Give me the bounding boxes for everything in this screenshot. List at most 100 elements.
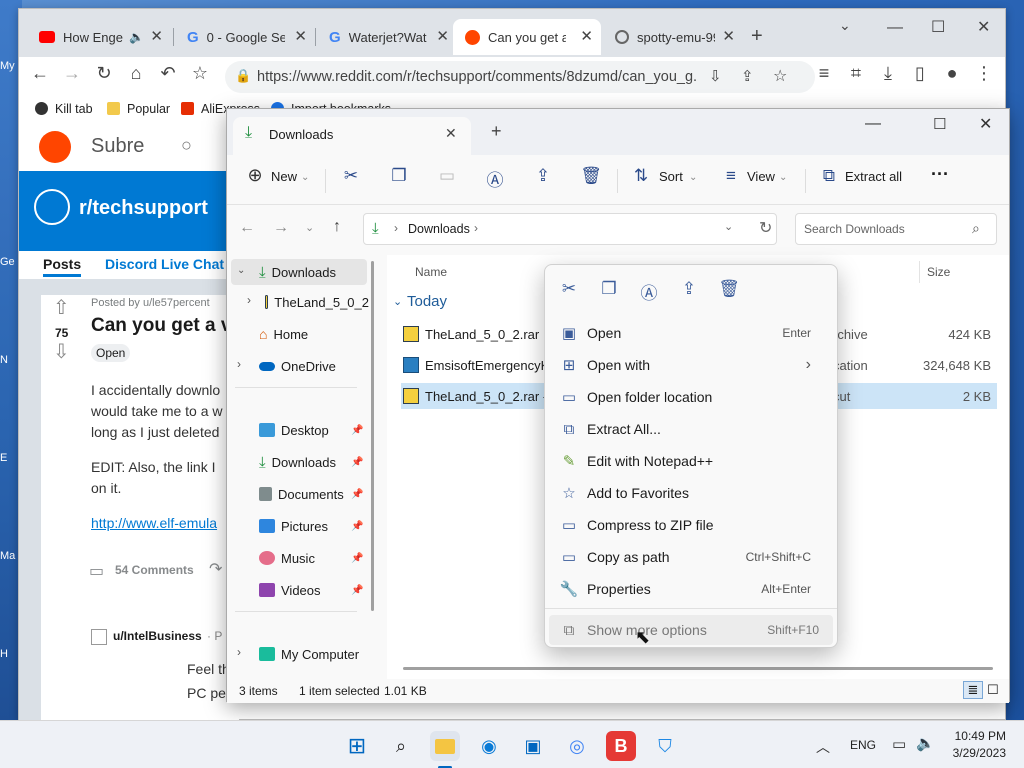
group-header-today[interactable]: Today [407,293,447,310]
undo-icon[interactable]: ↶ [155,63,181,84]
back-icon[interactable]: ← [27,63,53,84]
maximize-icon[interactable]: ☐ [931,17,945,37]
upvote-icon[interactable]: ⇧ [53,295,70,320]
store-icon[interactable]: ▣ [518,731,548,761]
bookmark-popular[interactable]: Popular [107,102,170,116]
menu-item-edit-notepad[interactable]: ✎ Edit with Notepad++ [559,446,825,476]
browser-tab[interactable]: G 0 - Google Se ✕ [175,19,315,55]
tiles-view-icon[interactable]: ☐ [987,682,999,698]
search-icon[interactable]: ⌕ [386,731,416,761]
post-title[interactable]: Can you get a v [91,315,231,337]
close-tab-icon[interactable]: ✕ [445,125,457,142]
chevron-down-icon[interactable]: ⌄ [237,265,245,276]
home-icon[interactable]: ⌂ [123,63,149,84]
search-icon[interactable]: ○ [181,135,192,156]
refresh-icon[interactable]: ↻ [759,218,772,238]
delete-icon[interactable]: 🗑 [579,166,603,186]
star-icon[interactable]: ☆ [773,66,787,86]
close-tab-icon[interactable]: ✕ [150,27,163,45]
windows-start-icon[interactable]: ⊞ [342,731,372,761]
chevron-down-icon[interactable]: ⌄ [393,295,402,308]
chevron-down-icon[interactable]: ⌄ [724,220,733,233]
menu-item-properties[interactable]: 🔧 Properties Alt+Enter [559,574,825,604]
tab-posts[interactable]: Posts [43,256,82,277]
share-icon[interactable]: ⇪ [531,166,555,186]
view-button[interactable]: View [747,169,775,184]
post-flair[interactable]: Open [91,344,131,362]
crop-icon[interactable]: ⌗ [843,63,869,84]
reddit-logo-icon[interactable] [39,131,71,163]
bookmark-kill-tab[interactable]: Kill tab [35,102,93,116]
column-name[interactable]: Name [415,265,447,279]
close-tab-icon[interactable]: ✕ [722,27,735,45]
maximize-icon[interactable]: ☐ [933,115,946,133]
reload-icon[interactable]: ↻ [91,63,117,84]
delete-icon[interactable]: 🗑 [717,279,741,299]
address-box[interactable]: ⤓ › Downloads › ⌄ [363,213,777,245]
close-tab-icon[interactable]: ✕ [294,27,307,45]
share-icon[interactable]: ↷ [209,559,222,579]
pin-icon[interactable]: 📌 [351,489,363,500]
install-icon[interactable]: ⇩ [709,67,722,85]
url-text[interactable]: https://www.reddit.com/r/techsupport/com… [257,69,697,85]
clock[interactable]: 10:49 PM 3/29/2023 [952,729,1006,760]
pin-icon[interactable]: 📌 [351,553,363,564]
nav-item-desktop[interactable]: Desktop 📌 [259,417,389,443]
browser-tab-active[interactable]: Can you get a ✕ [453,19,601,55]
copy-icon[interactable]: ❐ [597,279,621,299]
recent-locations-icon[interactable]: ⌄ [305,221,314,234]
reading-list-icon[interactable]: ≡ [811,63,837,84]
nav-item-home[interactable]: ⌂ Home [259,321,389,347]
chrome-icon[interactable]: ◎ [562,731,592,761]
paste-icon[interactable]: ▭ [435,166,459,186]
address-bar[interactable]: 🔒 https://www.reddit.com/r/techsupport/c… [225,61,815,93]
volume-icon[interactable]: 🔈 [916,734,935,752]
cut-icon[interactable]: ✂ [557,279,581,299]
edge-icon[interactable]: ◉ [474,731,504,761]
nav-scrollbar[interactable] [371,261,374,611]
back-icon[interactable]: ← [239,219,255,237]
chevron-up-icon[interactable]: ︿ [816,737,830,757]
minimize-icon[interactable]: — [865,115,881,133]
subreddit-name[interactable]: r/techsupport [79,197,208,220]
menu-item-extract-all[interactable]: ⧉ Extract All... [559,414,825,444]
pin-icon[interactable]: 📌 [351,585,363,596]
nav-item-pictures[interactable]: Pictures 📌 [259,513,389,539]
share-icon[interactable]: ⇪ [741,67,754,85]
bitdefender-icon[interactable]: B [606,731,636,761]
more-options-button[interactable]: ··· [931,164,949,185]
browser-tab[interactable]: How Enge 🔈 ✕ [27,19,171,55]
forward-icon[interactable]: → [59,63,85,84]
forward-icon[interactable]: → [273,219,289,237]
pin-icon[interactable]: 📌 [351,521,363,532]
new-button[interactable]: New [271,169,297,184]
post-author[interactable]: Posted by u/le57percent [91,297,210,309]
nav-item-music[interactable]: Music 📌 [259,545,389,571]
browser-tab[interactable]: G Waterjet?Wate ✕ [317,19,457,55]
security-shield-icon[interactable]: ⛉ [650,731,680,761]
sort-button[interactable]: Sort [659,169,683,184]
nav-item-my-computer[interactable]: My Computer [259,641,389,667]
chevron-right-icon[interactable]: › [247,293,251,307]
file-explorer-icon[interactable] [430,731,460,761]
column-size[interactable]: Size [927,265,950,279]
menu-item-open[interactable]: ▣ Open Enter [559,318,825,348]
rename-icon[interactable]: Ⓐ [483,166,507,191]
nav-item-videos[interactable]: Videos 📌 [259,577,389,603]
bookmark-star-icon[interactable]: ☆ [187,63,213,84]
cut-icon[interactable]: ✂ [339,166,363,186]
up-icon[interactable]: ↑ [333,218,341,236]
copy-icon[interactable]: ❐ [387,166,411,186]
downvote-icon[interactable]: ⇩ [53,339,70,364]
post-link[interactable]: http://www.elf-emula [91,515,217,531]
menu-item-open-folder-location[interactable]: ▭ Open folder location [559,382,825,412]
new-tab-icon[interactable]: + [751,25,763,48]
menu-item-copy-path[interactable]: ▭ Copy as path Ctrl+Shift+C [559,542,825,572]
extract-all-button[interactable]: Extract all [845,169,902,184]
close-tab-icon[interactable]: ✕ [580,27,593,45]
pin-icon[interactable]: 📌 [351,425,363,436]
nav-item-downloads-pinned[interactable]: ⤓ Downloads 📌 [259,449,389,475]
browser-tab[interactable]: spotty-emu-99 ✕ [603,19,743,55]
language-indicator[interactable]: ENG [850,738,876,752]
menu-icon[interactable]: ⋮ [971,63,997,84]
